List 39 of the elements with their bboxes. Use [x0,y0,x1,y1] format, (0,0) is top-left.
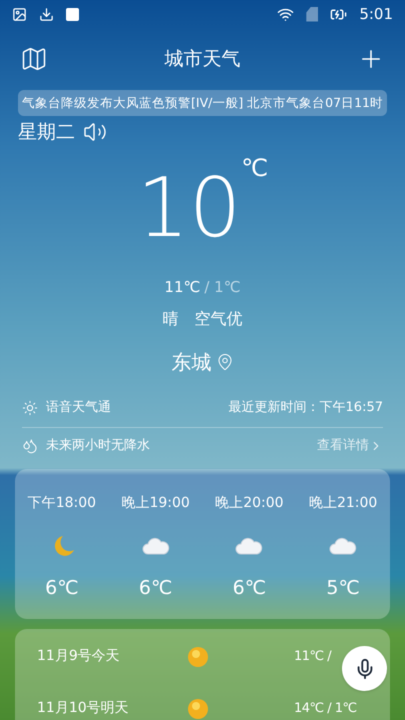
hour-temperature: 6℃ [45,576,79,600]
sun-icon [187,698,209,720]
droplets-icon [22,438,38,454]
status-time: 5:01 [359,4,393,25]
download-icon [39,6,54,22]
hour-time: 晚上20:00 [215,494,284,512]
cloud-icon [235,536,264,556]
hour-time: 晚上21:00 [308,494,378,512]
low-temperature: / 1℃ [204,277,241,298]
info-text: 语音天气通 [46,398,111,417]
weekday: 星期二 [18,120,75,145]
location-pin-icon [216,352,234,370]
update-time: 最近更新时间：下午16:57 [228,398,383,417]
info-text: 未来两小时无降水 [46,437,150,456]
map-icon [20,45,48,73]
sun-icon [187,646,209,668]
temperature-unit: ℃ [241,156,268,184]
hour-temperature: 5℃ [326,576,360,600]
details-link[interactable]: 查看详情 [317,436,383,456]
current-temperature: 10 [136,168,242,252]
hour-time: 下午18:00 [28,494,96,512]
hour-temperature: 6℃ [232,576,266,600]
air-quality: 空气优 [194,308,242,330]
sun-icon [22,400,38,416]
hour-temperature: 6℃ [138,576,172,600]
day-label: 11月9号今天 [37,647,121,666]
day-temperature: 11℃ / [294,648,332,666]
page-title: 城市天气 [164,46,240,72]
cloud-icon [329,536,358,556]
no-sim-icon [306,6,318,22]
city-name: 东城 [172,348,212,376]
day-temperature: 14℃ / 1℃ [294,700,358,718]
warning-ticker[interactable]: 气象台降级发布大风蓝色预警[IV/一般] 北京市气象台07日11时 [18,90,387,116]
weather-condition: 晴 [162,308,178,330]
high-temperature: 11℃ [164,277,200,298]
day-label: 11月10号明天 [37,699,130,718]
hour-time: 晚上19:00 [121,494,190,512]
image-icon [12,6,27,22]
cloud-icon [142,536,170,556]
